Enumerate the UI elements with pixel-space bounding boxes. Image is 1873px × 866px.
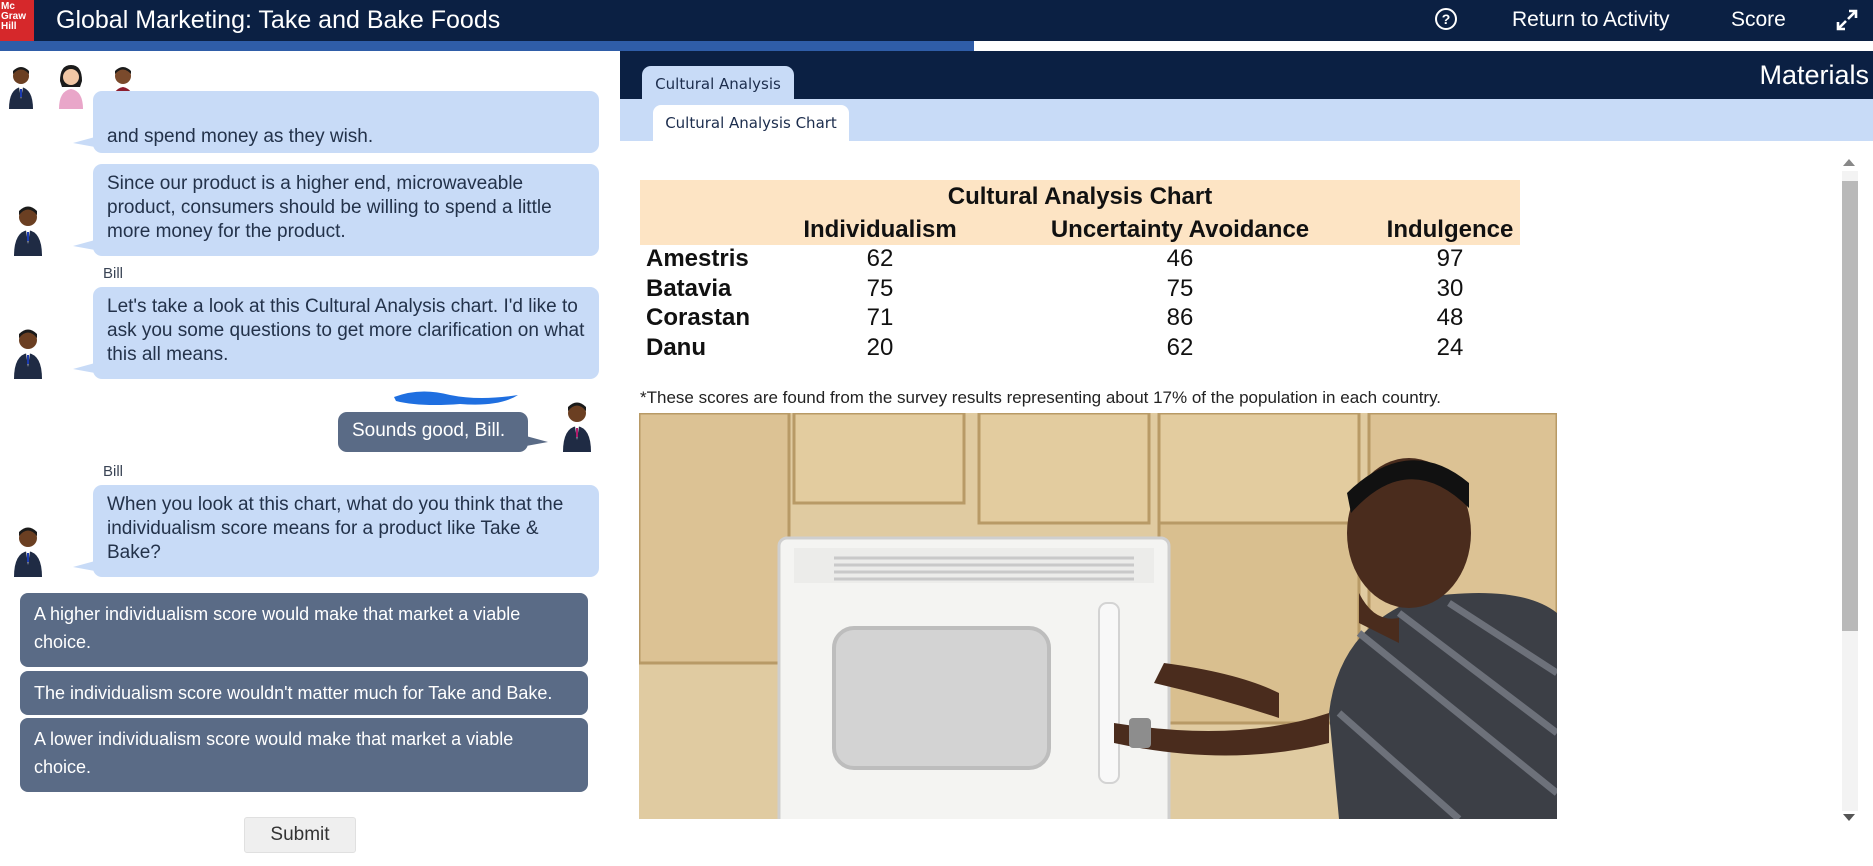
materials-panel: Cultural Analysis Materials Cultural Ana… bbox=[620, 51, 1873, 866]
table-row: Danu 20 62 24 bbox=[640, 334, 1520, 364]
materials-subtab-bar: Cultural Analysis Chart bbox=[620, 99, 1873, 141]
chat-panel: and spend money as they wish. Since our … bbox=[0, 51, 615, 866]
subtab-cultural-analysis-chart[interactable]: Cultural Analysis Chart bbox=[653, 105, 849, 141]
materials-header: Cultural Analysis Materials bbox=[620, 51, 1873, 101]
user-avatar-icon bbox=[563, 402, 591, 452]
message-text: When you look at this chart, what do you… bbox=[107, 494, 564, 563]
table-cell: 24 bbox=[1436, 333, 1464, 361]
table-title: Cultural Analysis Chart bbox=[947, 183, 1213, 210]
column-header: Uncertainty Avoidance bbox=[1050, 216, 1310, 243]
table-cell: 75 bbox=[1166, 274, 1194, 302]
row-country: Corastan bbox=[646, 304, 751, 331]
redaction-scribble bbox=[394, 391, 518, 405]
chat-message: and spend money as they wish. bbox=[73, 91, 599, 153]
tab-cultural-analysis[interactable]: Cultural Analysis bbox=[642, 66, 794, 101]
materials-scrollbar[interactable] bbox=[1839, 151, 1861, 831]
scroll-thumb[interactable] bbox=[1842, 181, 1858, 631]
table-cell: 62 bbox=[1166, 333, 1194, 361]
row-country: Danu bbox=[646, 333, 706, 361]
table-cell: 20 bbox=[866, 333, 894, 361]
logo-line-3: Hill bbox=[1, 21, 17, 32]
top-bar: Mc Graw Hill Global Marketing: Take and … bbox=[0, 0, 1873, 41]
answer-option-2[interactable]: The individualism score wouldn't matter … bbox=[20, 671, 588, 715]
progress-bar bbox=[0, 41, 1873, 51]
score-button[interactable]: Score bbox=[1731, 8, 1786, 32]
chat-message: Let's take a look at this Cultural Analy… bbox=[73, 287, 599, 379]
table-cell: 75 bbox=[866, 274, 894, 302]
materials-content: Cultural Analysis Chart Individualism Un… bbox=[620, 141, 1873, 866]
submit-button[interactable]: Submit bbox=[244, 817, 356, 853]
speaker-name: Bill bbox=[103, 265, 124, 282]
table-cell: 86 bbox=[1166, 304, 1194, 331]
expand-icon[interactable] bbox=[1835, 8, 1859, 32]
scroll-down-icon[interactable] bbox=[1843, 814, 1855, 821]
row-country: Batavia bbox=[646, 274, 732, 302]
bill-avatar-icon bbox=[14, 206, 42, 256]
row-country: Amestris bbox=[646, 245, 749, 272]
table-row: Amestris 62 46 97 bbox=[640, 245, 1520, 275]
scroll-up-icon[interactable] bbox=[1843, 159, 1855, 166]
column-header: Individualism bbox=[803, 216, 957, 243]
table-row: Batavia 75 75 30 bbox=[640, 275, 1520, 305]
message-text: and spend money as they wish. bbox=[107, 126, 374, 147]
answer-option-1[interactable]: A higher individualism score would make … bbox=[20, 593, 588, 667]
table-cell: 48 bbox=[1436, 304, 1464, 331]
man-avatar-icon bbox=[9, 67, 33, 109]
progress-fill bbox=[0, 41, 974, 51]
table-header: Cultural Analysis Chart Individualism Un… bbox=[640, 180, 1520, 245]
table-footnote: *These scores are found from the survey … bbox=[640, 388, 1442, 407]
bill-avatar-icon bbox=[14, 329, 42, 379]
table-cell: 46 bbox=[1166, 245, 1194, 272]
help-icon[interactable]: ? bbox=[1435, 8, 1457, 30]
cultural-analysis-table: Cultural Analysis Chart Individualism Un… bbox=[640, 180, 1520, 363]
speaker-name: Bill bbox=[103, 463, 124, 480]
return-to-activity-button[interactable]: Return to Activity bbox=[1512, 8, 1670, 32]
message-text: Sounds good, Bill. bbox=[352, 420, 506, 441]
table-cell: 97 bbox=[1436, 245, 1464, 272]
chat-message: When you look at this chart, what do you… bbox=[73, 485, 599, 577]
table-cell: 62 bbox=[866, 245, 894, 272]
mcgraw-hill-logo: Mc Graw Hill bbox=[0, 0, 34, 41]
message-text: Since our product is a higher end, micro… bbox=[107, 173, 552, 242]
chat-message-user: Sounds good, Bill. bbox=[338, 412, 548, 452]
materials-title: Materials bbox=[1759, 60, 1869, 90]
message-text: Let's take a look at this Cultural Analy… bbox=[107, 296, 585, 365]
table-cell: 30 bbox=[1436, 274, 1464, 302]
bill-avatar-icon bbox=[14, 527, 42, 577]
page-title: Global Marketing: Take and Bake Foods bbox=[56, 6, 501, 34]
microwave-photo bbox=[639, 413, 1557, 819]
woman-avatar-icon bbox=[59, 65, 83, 109]
column-header: Indulgence bbox=[1386, 216, 1514, 243]
answer-option-3[interactable]: A lower individualism score would make t… bbox=[20, 718, 588, 792]
table-row: Corastan 71 86 48 bbox=[640, 304, 1520, 334]
table-cell: 71 bbox=[866, 304, 894, 331]
chat-message: Since our product is a higher end, micro… bbox=[73, 164, 599, 256]
